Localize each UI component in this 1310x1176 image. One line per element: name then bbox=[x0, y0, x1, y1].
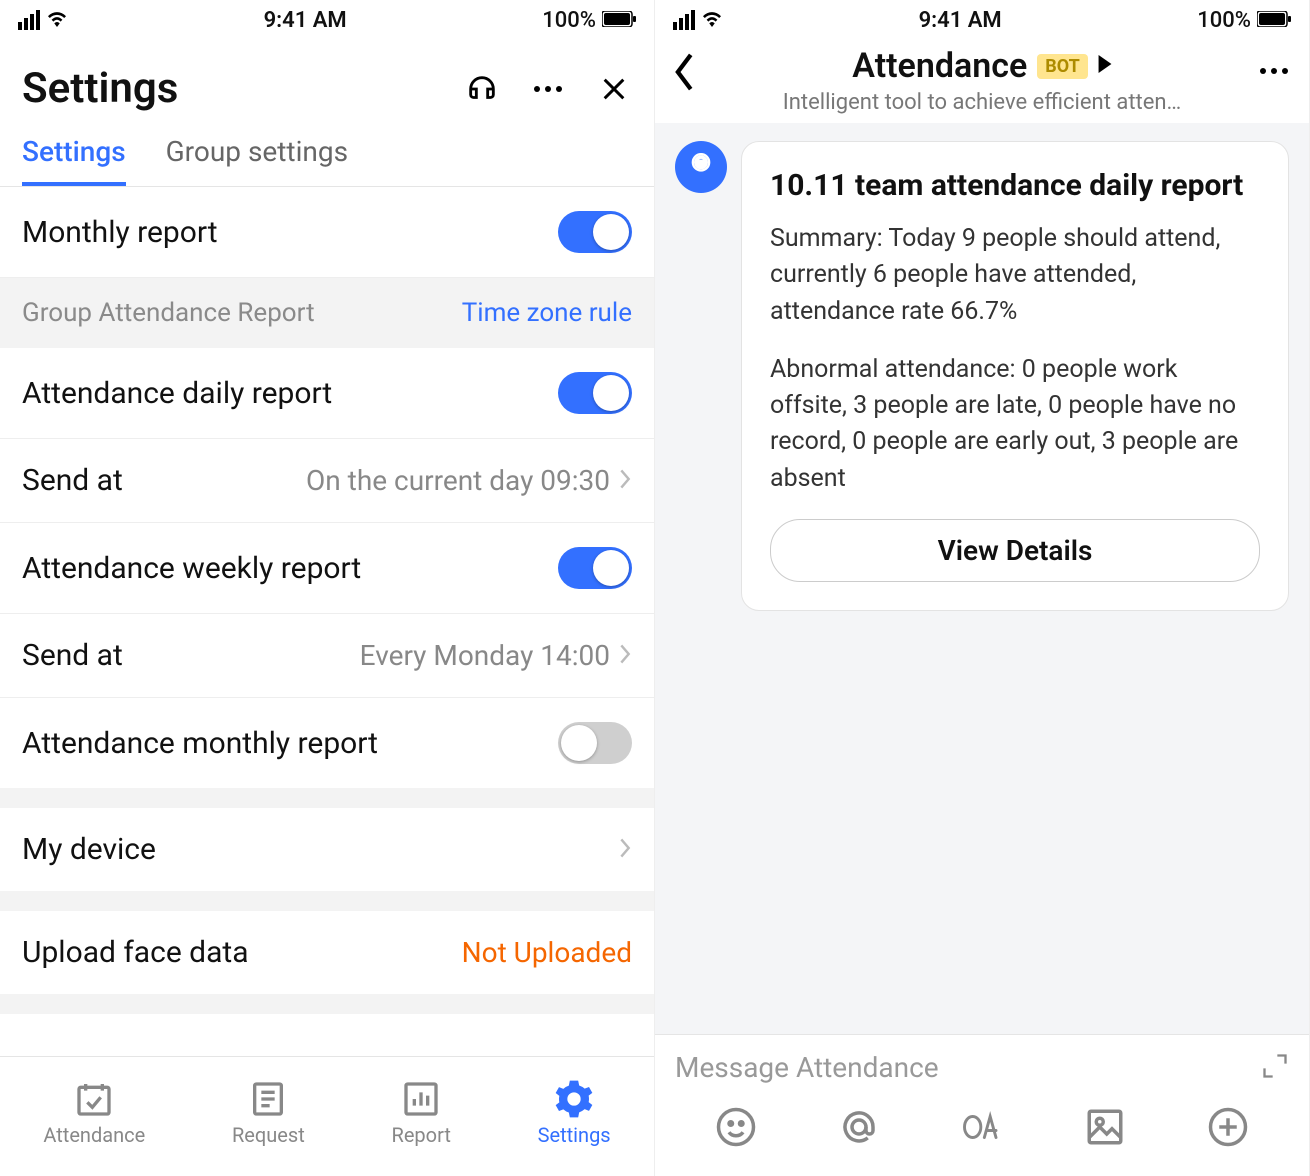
support-icon[interactable] bbox=[464, 71, 500, 107]
view-details-button[interactable]: View Details bbox=[770, 519, 1260, 582]
daily-send-at-value: On the current day 09:30 bbox=[306, 464, 610, 497]
signal-icon bbox=[18, 10, 40, 30]
status-bar: 9:41 AM 100% bbox=[0, 0, 654, 40]
mention-icon[interactable] bbox=[838, 1106, 880, 1152]
wifi-icon bbox=[46, 8, 68, 33]
nav-settings[interactable]: Settings bbox=[538, 1079, 611, 1147]
daily-report-label: Attendance daily report bbox=[22, 376, 332, 411]
close-icon[interactable] bbox=[596, 71, 632, 107]
row-daily-send-at[interactable]: Send at On the current day 09:30 bbox=[0, 439, 654, 523]
nav-settings-label: Settings bbox=[538, 1123, 611, 1147]
plus-icon[interactable] bbox=[1207, 1106, 1249, 1152]
upload-face-label: Upload face data bbox=[22, 935, 249, 970]
divider bbox=[0, 788, 654, 808]
battery-icon bbox=[602, 8, 636, 33]
chat-area: 10.11 team attendance daily report Summa… bbox=[655, 123, 1309, 1176]
toggle-attendance-monthly-report[interactable] bbox=[558, 722, 632, 764]
divider bbox=[0, 891, 654, 911]
row-my-device[interactable]: My device bbox=[0, 808, 654, 891]
status-time: 9:41 AM bbox=[919, 8, 1002, 33]
toggle-weekly-report[interactable] bbox=[558, 547, 632, 589]
row-monthly-report: Monthly report bbox=[0, 187, 654, 278]
weekly-send-at-value: Every Monday 14:00 bbox=[360, 639, 610, 672]
bottom-nav: Attendance Request Report Settings bbox=[0, 1056, 654, 1176]
chevron-right-icon bbox=[618, 833, 632, 866]
report-abnormal: Abnormal attendance: 0 people work offsi… bbox=[770, 352, 1260, 497]
weekly-send-at-label: Send at bbox=[22, 638, 123, 673]
row-weekly-report: Attendance weekly report bbox=[0, 523, 654, 614]
time-zone-rule-link[interactable]: Time zone rule bbox=[462, 298, 632, 328]
my-device-label: My device bbox=[22, 832, 156, 867]
report-card: 10.11 team attendance daily report Summa… bbox=[741, 141, 1289, 611]
tab-group-settings[interactable]: Group settings bbox=[166, 135, 348, 186]
emoji-icon[interactable] bbox=[715, 1106, 757, 1152]
wifi-icon bbox=[701, 8, 723, 33]
battery-percent: 100% bbox=[542, 8, 596, 33]
caret-right-icon[interactable] bbox=[1098, 55, 1112, 77]
page-title: Settings bbox=[22, 64, 178, 113]
attendance-chat-screen: 9:41 AM 100% Attendance BOT Intelligent … bbox=[655, 0, 1310, 1176]
bot-badge: BOT bbox=[1037, 54, 1087, 79]
nav-report[interactable]: Report bbox=[392, 1079, 451, 1147]
att-monthly-report-label: Attendance monthly report bbox=[22, 726, 378, 761]
settings-header: Settings bbox=[0, 40, 654, 125]
back-button[interactable] bbox=[671, 52, 699, 96]
signal-icon bbox=[673, 10, 695, 30]
weekly-report-label: Attendance weekly report bbox=[22, 551, 361, 586]
chat-action-row bbox=[655, 1100, 1309, 1176]
expand-icon[interactable] bbox=[1261, 1052, 1289, 1084]
battery-icon bbox=[1257, 8, 1291, 33]
row-attendance-monthly-report: Attendance monthly report bbox=[0, 698, 654, 788]
monthly-report-label: Monthly report bbox=[22, 215, 218, 250]
image-icon[interactable] bbox=[1084, 1106, 1126, 1152]
report-summary: Summary: Today 9 people should attend, c… bbox=[770, 221, 1260, 330]
chat-title: Attendance bbox=[852, 46, 1027, 86]
more-icon[interactable] bbox=[530, 71, 566, 107]
chevron-right-icon bbox=[618, 464, 632, 497]
status-time: 9:41 AM bbox=[264, 8, 347, 33]
bot-avatar[interactable] bbox=[675, 141, 727, 193]
nav-attendance[interactable]: Attendance bbox=[43, 1079, 145, 1147]
upload-face-value: Not Uploaded bbox=[462, 936, 632, 969]
row-upload-face[interactable]: Upload face data Not Uploaded bbox=[0, 911, 654, 994]
chat-subtitle: Intelligent tool to achieve efficient at… bbox=[675, 90, 1289, 115]
group-attendance-label: Group Attendance Report bbox=[22, 298, 315, 328]
divider bbox=[0, 994, 654, 1014]
tabs: Settings Group settings bbox=[0, 125, 654, 187]
nav-report-label: Report bbox=[392, 1123, 451, 1147]
nav-request-label: Request bbox=[232, 1123, 305, 1147]
status-bar: 9:41 AM 100% bbox=[655, 0, 1309, 40]
message-input[interactable]: Message Attendance bbox=[675, 1051, 1249, 1084]
toggle-monthly-report[interactable] bbox=[558, 211, 632, 253]
battery-percent: 100% bbox=[1197, 8, 1251, 33]
settings-screen: 9:41 AM 100% Settings Settings Group set… bbox=[0, 0, 655, 1176]
daily-send-at-label: Send at bbox=[22, 463, 123, 498]
settings-list: Monthly report Group Attendance Report T… bbox=[0, 187, 654, 1176]
row-weekly-send-at[interactable]: Send at Every Monday 14:00 bbox=[0, 614, 654, 698]
chat-header: Attendance BOT Intelligent tool to achie… bbox=[655, 40, 1309, 123]
chat-input-bar: Message Attendance bbox=[655, 1034, 1309, 1176]
nav-request[interactable]: Request bbox=[232, 1079, 305, 1147]
toggle-daily-report[interactable] bbox=[558, 372, 632, 414]
chevron-right-icon bbox=[618, 639, 632, 672]
report-card-title: 10.11 team attendance daily report bbox=[770, 168, 1260, 203]
oa-icon[interactable] bbox=[961, 1106, 1003, 1152]
nav-attendance-label: Attendance bbox=[43, 1123, 145, 1147]
more-icon[interactable] bbox=[1259, 60, 1289, 79]
section-group-attendance: Group Attendance Report Time zone rule bbox=[0, 278, 654, 348]
tab-settings[interactable]: Settings bbox=[22, 135, 126, 186]
row-daily-report: Attendance daily report bbox=[0, 348, 654, 439]
